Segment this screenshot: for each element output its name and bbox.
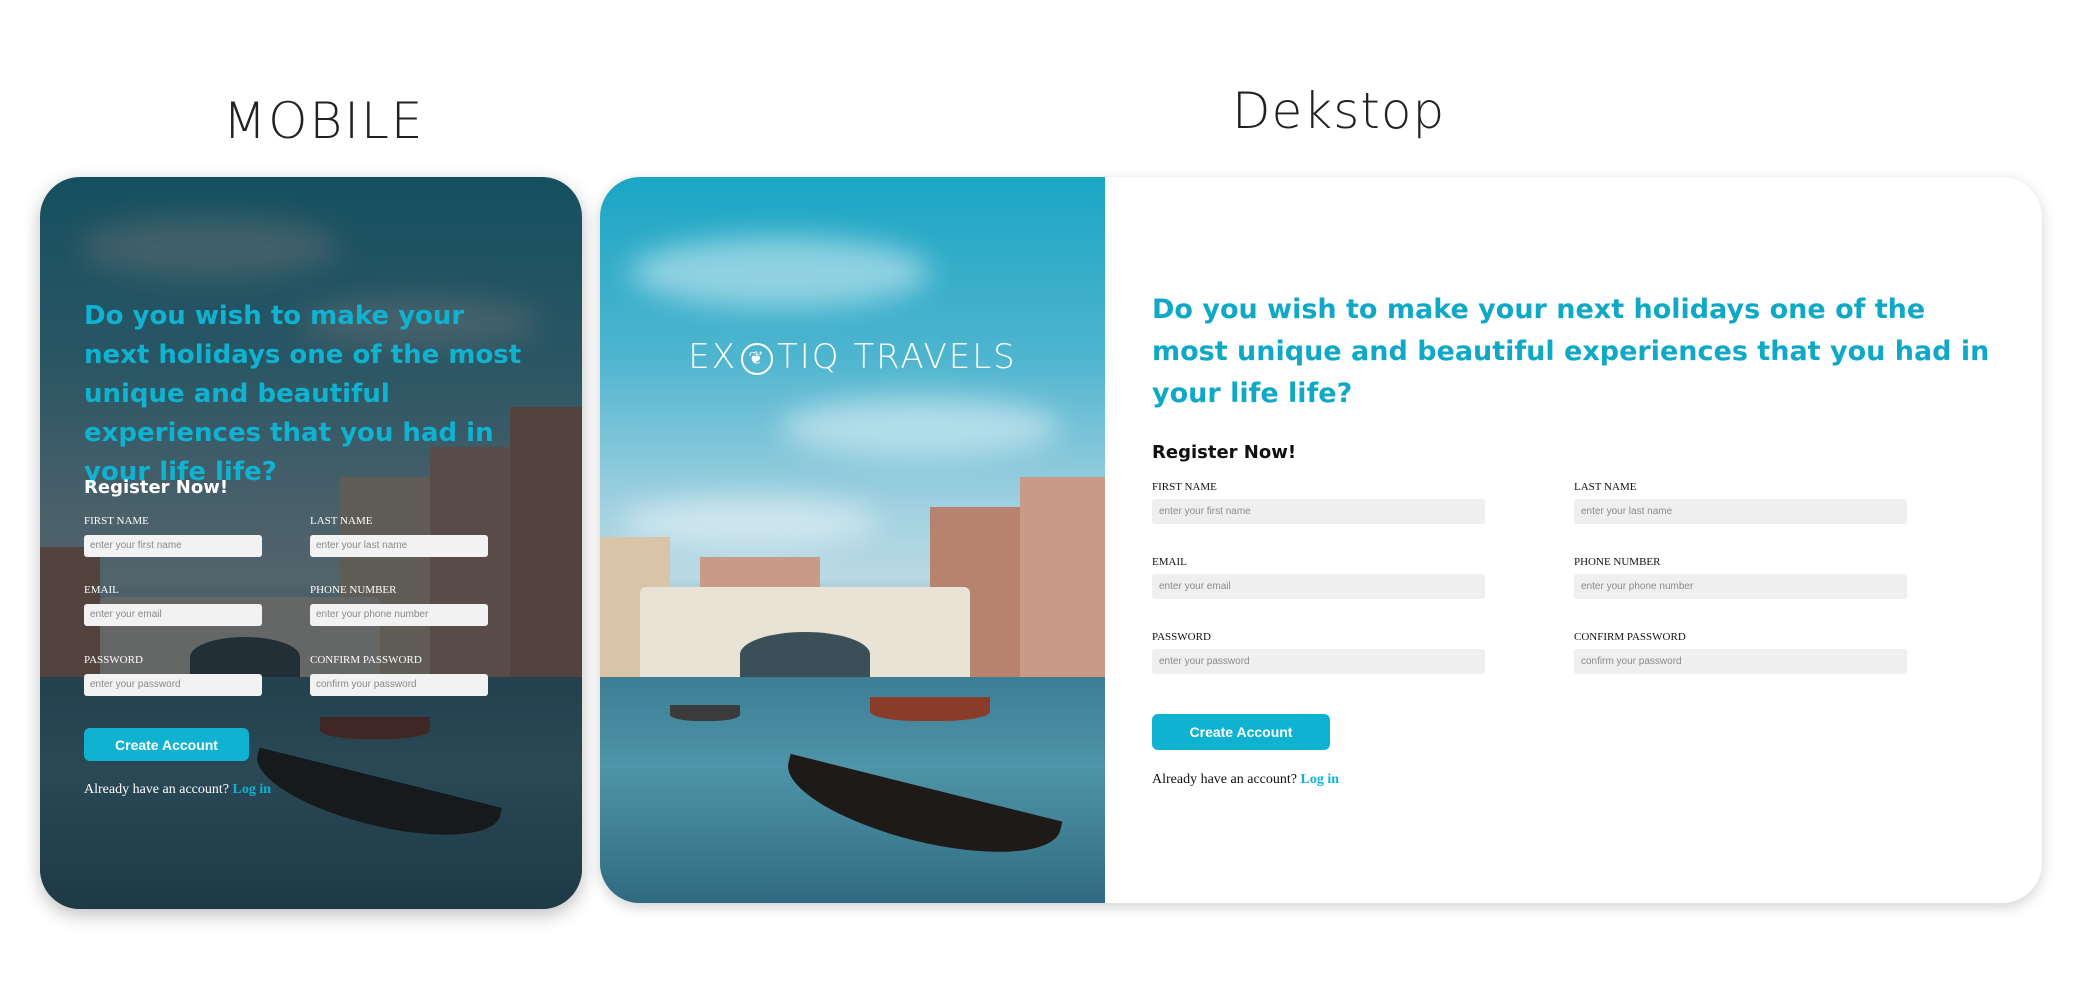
- email-input[interactable]: [84, 603, 262, 626]
- desktop-label: Dekstop: [1232, 82, 1446, 140]
- last-name-label: LAST NAME: [1574, 481, 1637, 493]
- phone-label: PHONE NUMBER: [1574, 556, 1661, 568]
- confirm-password-input[interactable]: [310, 673, 488, 696]
- email-label: EMAIL: [1152, 556, 1187, 568]
- password-label: PASSWORD: [84, 654, 143, 666]
- register-title: Register Now!: [84, 477, 229, 498]
- password-input[interactable]: [1152, 649, 1485, 674]
- password-group: PASSWORD: [1152, 631, 1485, 674]
- mobile-label: MOBILE: [223, 92, 425, 150]
- email-input[interactable]: [1152, 574, 1485, 599]
- login-prompt-text: Already have an account?: [84, 782, 229, 797]
- login-prompt: Already have an account? Log in: [1152, 772, 1339, 788]
- confirm-password-group: CONFIRM PASSWORD: [1574, 631, 1907, 674]
- brand-name-right: TIQ TRAVELS: [777, 337, 1017, 377]
- phone-input[interactable]: [1574, 574, 1907, 599]
- first-name-label: FIRST NAME: [84, 515, 149, 527]
- email-group: EMAIL: [1152, 556, 1485, 599]
- first-name-input[interactable]: [84, 534, 262, 557]
- last-name-input[interactable]: [1574, 499, 1907, 524]
- login-link[interactable]: Log in: [1300, 772, 1339, 787]
- password-group: PASSWORD: [84, 654, 262, 696]
- login-prompt-text: Already have an account?: [1152, 772, 1297, 787]
- brand-name-left: EX: [688, 337, 738, 377]
- register-title: Register Now!: [1152, 442, 1297, 463]
- brand-logo: EX ❦ TIQ TRAVELS: [600, 337, 1105, 377]
- confirm-password-label: CONFIRM PASSWORD: [310, 654, 422, 666]
- desktop-mockup: EX ❦ TIQ TRAVELS Do you wish to make your …: [600, 177, 2042, 903]
- login-prompt: Already have an account? Log in: [84, 782, 271, 798]
- page-heading: Do you wish to make your next holidays o…: [84, 301, 522, 487]
- phone-label: PHONE NUMBER: [310, 584, 397, 596]
- confirm-password-group: CONFIRM PASSWORD: [310, 654, 488, 696]
- last-name-label: LAST NAME: [310, 515, 373, 527]
- confirm-password-label: CONFIRM PASSWORD: [1574, 631, 1686, 643]
- confirm-password-input[interactable]: [1574, 649, 1907, 674]
- create-account-button[interactable]: Create Account: [1152, 714, 1330, 750]
- mobile-mockup: Do you wish to make your next holidays o…: [40, 177, 582, 909]
- phone-group: PHONE NUMBER: [310, 584, 488, 626]
- login-link[interactable]: Log in: [232, 782, 271, 797]
- first-name-group: FIRST NAME: [84, 515, 262, 557]
- first-name-group: FIRST NAME: [1152, 481, 1485, 524]
- leaf-icon: ❦: [741, 342, 774, 375]
- page-heading: Do you wish to make your next holidays o…: [1152, 294, 1990, 409]
- password-input[interactable]: [84, 673, 262, 696]
- phone-group: PHONE NUMBER: [1574, 556, 1907, 599]
- create-account-button[interactable]: Create Account: [84, 728, 249, 761]
- last-name-group: LAST NAME: [310, 515, 488, 557]
- last-name-input[interactable]: [310, 534, 488, 557]
- email-label: EMAIL: [84, 584, 119, 596]
- first-name-label: FIRST NAME: [1152, 481, 1217, 493]
- email-group: EMAIL: [84, 584, 262, 626]
- first-name-input[interactable]: [1152, 499, 1485, 524]
- phone-input[interactable]: [310, 603, 488, 626]
- venice-hero-image: [600, 177, 1105, 903]
- password-label: PASSWORD: [1152, 631, 1211, 643]
- last-name-group: LAST NAME: [1574, 481, 1907, 524]
